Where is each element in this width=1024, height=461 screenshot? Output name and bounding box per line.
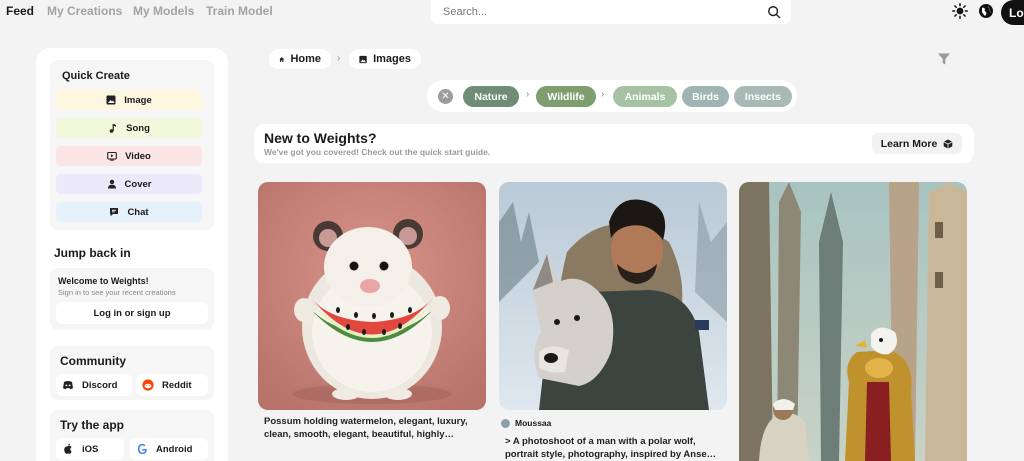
author-name: Moussaa	[515, 418, 552, 428]
welcome-subtitle: Sign in to see your recent creations	[58, 288, 176, 297]
avatar	[501, 418, 510, 428]
caption-line: clean, smooth, elegant, beautiful, highl…	[264, 428, 455, 440]
video-icon	[107, 151, 117, 161]
quick-create-video-label: Video	[125, 150, 151, 162]
discord-label: Discord	[82, 379, 118, 391]
quick-create-chat-label: Chat	[127, 206, 149, 218]
android-button[interactable]: Android	[130, 438, 208, 460]
card-caption-possum: Possum holding watermelon, elegant, luxu…	[264, 416, 486, 441]
chevron-right-icon: ›	[601, 89, 605, 100]
chat-icon	[110, 208, 119, 217]
reddit-button[interactable]: Reddit	[136, 374, 208, 396]
welcome-title: Welcome to Weights!	[58, 276, 149, 286]
ios-button[interactable]: iOS	[56, 438, 124, 460]
banner-title: New to Weights?	[264, 130, 377, 146]
learn-more-label: Learn More	[880, 137, 938, 150]
sun-icon[interactable]	[952, 3, 968, 19]
breadcrumb-home-label: Home	[290, 53, 321, 65]
image-icon	[359, 55, 367, 63]
discord-icon	[63, 381, 73, 390]
try-app-title: Try the app	[60, 418, 125, 432]
quick-create-cover-button[interactable]: Cover	[56, 174, 202, 194]
community-title: Community	[60, 354, 126, 368]
possum-watermelon-image	[258, 182, 486, 410]
breadcrumb-images[interactable]: Images	[349, 49, 421, 69]
user-icon	[107, 179, 116, 189]
quick-create-cover-label: Cover	[124, 178, 152, 190]
android-label: Android	[156, 443, 193, 455]
breadcrumb-home[interactable]: Home	[269, 49, 331, 69]
apple-icon	[64, 443, 72, 454]
jump-back-title: Jump back in	[54, 246, 131, 260]
card-caption-man-wolf: > A photoshoot of a man with a polar wol…	[505, 436, 727, 461]
caption-line: portrait style, photography, inspired by…	[505, 448, 717, 460]
quick-create-image-button[interactable]: Image	[56, 90, 202, 110]
feed-image-eagle-warrior[interactable]	[739, 182, 967, 461]
reddit-icon	[142, 379, 154, 391]
community-section: Community Discord Reddit	[50, 346, 214, 400]
feed-image-man-wolf[interactable]	[499, 182, 727, 410]
filter-icon[interactable]	[937, 52, 951, 66]
search-bar	[431, 0, 791, 24]
category-chip-bar: ✕ Nature › Wildlife › Animals Birds Inse…	[427, 80, 797, 112]
search-input[interactable]	[443, 6, 767, 18]
caption-line: Possum holding watermelon, elegant, luxu…	[264, 416, 468, 427]
quick-create-song-label: Song	[126, 122, 150, 134]
quick-create-song-button[interactable]: Song	[56, 118, 202, 138]
feed-image-possum[interactable]	[258, 182, 486, 410]
quick-create-section: Quick Create Image Song Video Cover Chat	[50, 60, 214, 230]
learn-more-button[interactable]: Learn More	[872, 133, 962, 154]
banner-subtitle: We've got you covered! Check out the qui…	[264, 147, 491, 157]
quick-create-chat-button[interactable]: Chat	[56, 202, 202, 222]
chip-animals[interactable]: Animals	[613, 86, 677, 107]
man-polar-wolf-image	[499, 182, 727, 410]
globe-icon[interactable]	[978, 3, 994, 19]
top-nav: Feed My Creations My Models Train Model …	[0, 0, 1024, 25]
chevron-right-icon: ›	[337, 53, 341, 64]
quick-create-video-button[interactable]: Video	[56, 146, 202, 166]
chip-insects[interactable]: Insects	[734, 86, 792, 107]
image-icon	[106, 95, 116, 105]
tab-train-model[interactable]: Train Model	[206, 4, 273, 18]
tab-my-creations[interactable]: My Creations	[47, 4, 122, 18]
home-icon	[279, 56, 285, 62]
caption-line: > A photoshoot of a man with a polar wol…	[505, 436, 696, 447]
close-icon[interactable]: ✕	[438, 89, 453, 104]
login-button[interactable]: Log	[1001, 0, 1024, 25]
welcome-banner: New to Weights? We've got you covered! C…	[254, 124, 974, 163]
jump-back-section: Welcome to Weights! Sign in to see your …	[50, 268, 214, 330]
breadcrumb-images-label: Images	[373, 53, 411, 65]
chevron-right-icon: ›	[526, 89, 530, 100]
tab-feed[interactable]: Feed	[6, 4, 34, 18]
cube-icon	[943, 139, 953, 149]
search-icon[interactable]	[767, 5, 781, 19]
try-app-section: Try the app iOS Android	[50, 410, 214, 461]
card-author[interactable]: Moussaa	[501, 418, 551, 428]
chip-birds[interactable]: Birds	[682, 86, 729, 107]
login-signup-button[interactable]: Log in or sign up	[56, 302, 208, 324]
eagle-warrior-image	[739, 182, 967, 461]
music-note-icon	[109, 124, 117, 133]
tab-my-models[interactable]: My Models	[133, 4, 194, 18]
chip-wildlife[interactable]: Wildlife	[536, 86, 596, 107]
reddit-label: Reddit	[162, 379, 192, 391]
quick-create-title: Quick Create	[62, 70, 130, 82]
sidebar: Quick Create Image Song Video Cover Chat…	[36, 48, 228, 461]
ios-label: iOS	[82, 443, 99, 455]
google-play-icon	[137, 443, 147, 455]
discord-button[interactable]: Discord	[56, 374, 132, 396]
chip-nature[interactable]: Nature	[463, 86, 519, 107]
quick-create-image-label: Image	[124, 94, 152, 106]
